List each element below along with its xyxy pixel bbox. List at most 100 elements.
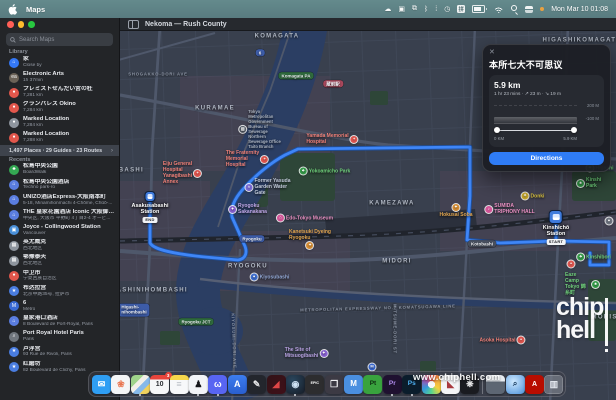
library-marked-location-1[interactable]: ● Marked Location 7,284 km: [0, 115, 119, 130]
control-center-icon[interactable]: [525, 0, 533, 18]
place-icon: ★: [9, 286, 19, 297]
place-icon: ⌕: [9, 331, 19, 342]
station-kinshicho[interactable]: Kinshichō Station START: [543, 211, 569, 245]
dock-dark-red-app[interactable]: ◢: [266, 374, 286, 394]
recent-port-royal-hotel-cn[interactable]: ⌂ 皇家港口酒店 8 Boulevard de Port-Royal, Pari…: [0, 314, 119, 329]
route-stats: 1 hr 23 mins · ↗ 23 m · ↘ 19 m: [494, 91, 561, 97]
minimize-window-button[interactable]: [17, 21, 24, 28]
library-summary-row[interactable]: 1,497 Places · 29 Guides · 23 Routes ›: [0, 145, 119, 156]
dock-mail[interactable]: ✉: [92, 374, 111, 394]
place-icon: ea: [9, 72, 19, 83]
library-marked-location-2[interactable]: ● Marked Location 7,288 km: [0, 130, 119, 145]
library-home[interactable]: ⌂ 家 Close by: [0, 55, 119, 70]
dock-maps[interactable]: [130, 374, 150, 397]
running-indicator: [216, 394, 219, 397]
recent-metro-6[interactable]: M 6 Métro: [0, 299, 119, 314]
directions-button[interactable]: Directions: [489, 151, 604, 165]
slider-end-label: 5.9 KM: [563, 135, 577, 141]
recent-potala-palace[interactable]: ★ 布达拉宫 北京中路35号, 拉萨市: [0, 284, 119, 299]
search-input[interactable]: Search Maps: [6, 33, 113, 46]
menu-clock[interactable]: Mon Mar 10 01:08: [551, 6, 608, 13]
time-machine-icon[interactable]: ◷: [444, 0, 450, 18]
place-icon: ●: [9, 270, 19, 281]
window-controls: [7, 21, 35, 28]
running-indicator: [197, 394, 200, 397]
search-icon: [10, 36, 16, 43]
dock-epic[interactable]: EPIC: [305, 374, 325, 394]
dock-acrobat[interactable]: A: [524, 374, 544, 394]
dock-translate[interactable]: A: [227, 374, 247, 394]
spotlight-icon[interactable]: [510, 0, 518, 18]
recent-matsushima-park[interactable]: ♣ 松島中央公園 BoardWalk: [0, 162, 119, 177]
place-icon: ●: [9, 102, 19, 113]
running-indicator: [294, 394, 297, 397]
elevation-chart: [494, 101, 577, 124]
display-icon[interactable]: ▣: [398, 0, 405, 18]
input-source-icon[interactable]: 拼: [457, 0, 466, 18]
icloud-icon[interactable]: ☁: [384, 0, 391, 18]
recent-unizo-hotel[interactable]: ⌂ UNIZO酒店Express-大阪南本町 5-18, Minamihonma…: [0, 192, 119, 207]
recent-joyce-collingwood[interactable]: ▣ Joyce - Collingwood Station Vancouver: [0, 223, 119, 238]
train-station-icon: [145, 192, 155, 201]
stage-manager-icon[interactable]: ⧉: [412, 0, 417, 18]
close-window-button[interactable]: [7, 21, 14, 28]
route-details-card: ✕ 本所七大不可思议 5.9 km 1 hr 23 mins · ↗ 23 m …: [482, 44, 611, 172]
dock-trash[interactable]: ▥: [544, 374, 564, 394]
place-icon: ⌂: [9, 179, 19, 190]
zoom-window-button[interactable]: [28, 21, 35, 28]
window-title: Nekoma — Rush County: [145, 20, 227, 28]
place-icon: ●: [9, 87, 19, 98]
menu-app-name[interactable]: Maps: [26, 5, 45, 14]
chevron-right-icon: ›: [110, 147, 113, 154]
dock-steam[interactable]: ◉: [285, 374, 305, 397]
place-icon: ★: [9, 346, 19, 357]
dock-notes[interactable]: ≡: [169, 374, 189, 394]
dock-m-app[interactable]: M: [344, 374, 364, 394]
recent-place-nw-1[interactable]: ▦ 英尤威克 西北地区: [0, 238, 119, 253]
place-icon: ⌂: [9, 57, 19, 68]
library-grand-palace-okino[interactable]: ● グランパレス Okino 7,284 km: [0, 100, 119, 115]
place-icon: ▦: [9, 255, 19, 266]
dock-calendar[interactable]: 10 3: [150, 372, 172, 394]
station-asakusabashi[interactable]: Asakusabashi Station END: [132, 192, 169, 223]
dock-photos[interactable]: ❀: [111, 374, 131, 394]
dock-earth-search[interactable]: ⌕: [505, 374, 525, 394]
dock-gog[interactable]: ❒: [324, 374, 344, 394]
route-endpoint-badge: END: [142, 216, 158, 223]
map-canvas[interactable]: KOMAGATA HIGASHIKOMAGATA KURAMAE ASAKUSA…: [120, 31, 616, 400]
route-stats-panel: 5.9 km 1 hr 23 mins · ↗ 23 m · ↘ 19 m 20…: [489, 75, 604, 147]
sidebar-toggle-icon[interactable]: [128, 19, 139, 29]
dock-qq[interactable]: ♟: [188, 374, 208, 397]
apple-icon[interactable]: [8, 3, 17, 15]
record-dot-icon[interactable]: [540, 0, 545, 18]
wifi-icon[interactable]: [494, 0, 503, 18]
close-icon[interactable]: ✕: [489, 49, 497, 56]
recent-matsushima-hotel[interactable]: ⌂ 松島中央公園酒店 Techno park-ro: [0, 177, 119, 192]
recent-port-royal-hotel[interactable]: ⌕ Port Royal Hotel Paris Paris: [0, 329, 119, 344]
place-icon: ⌂: [9, 194, 19, 205]
slider-knob-start[interactable]: [494, 127, 500, 133]
route-endpoint-badge: START: [546, 238, 566, 245]
slider-start-label: 0 KM: [494, 135, 505, 141]
battery-icon[interactable]: [472, 0, 486, 18]
slider-knob-end[interactable]: [571, 127, 577, 133]
route-distance: 5.9 km: [494, 80, 521, 90]
library-premist-sendai[interactable]: ● プレミストせんだい宮の杜 7,281 km: [0, 85, 119, 100]
chiphell-watermark: chip hell: [556, 295, 608, 352]
dock-editor[interactable]: ✎: [247, 374, 267, 394]
more-icon[interactable]: ⁞: [435, 0, 437, 18]
search-placeholder: Search Maps: [19, 36, 55, 43]
dock-adobe-pt[interactable]: Pt: [363, 374, 383, 394]
recent-place-nw-2[interactable]: ▦ 鄂豫泰天 西北地区: [0, 253, 119, 268]
dock-discord[interactable]: ω: [208, 374, 228, 397]
recent-zhongwei[interactable]: ● 中卫市 宁夏回族自治区: [0, 268, 119, 283]
bluetooth-icon[interactable]: ᛒ: [424, 0, 428, 18]
place-icon: ●: [9, 132, 19, 143]
route-range-slider[interactable]: [494, 127, 577, 135]
library-electronic-arts[interactable]: ea Electronic Arts 1h 37min: [0, 70, 119, 85]
elevation-max: 200 M: [587, 102, 599, 108]
recent-royal-garden-hotel[interactable]: ⌂ THE 皇家花園酒店 Iconic 大阪御堂筋 中央区, 大阪市 平野町 4…: [0, 208, 119, 223]
dock-premiere[interactable]: Pr: [382, 374, 402, 397]
route-title: 本所七大不可思议: [489, 60, 563, 70]
recent-louvre[interactable]: ★ 卢浮宫 93 Rue de Rivoli, Paris: [0, 344, 119, 359]
